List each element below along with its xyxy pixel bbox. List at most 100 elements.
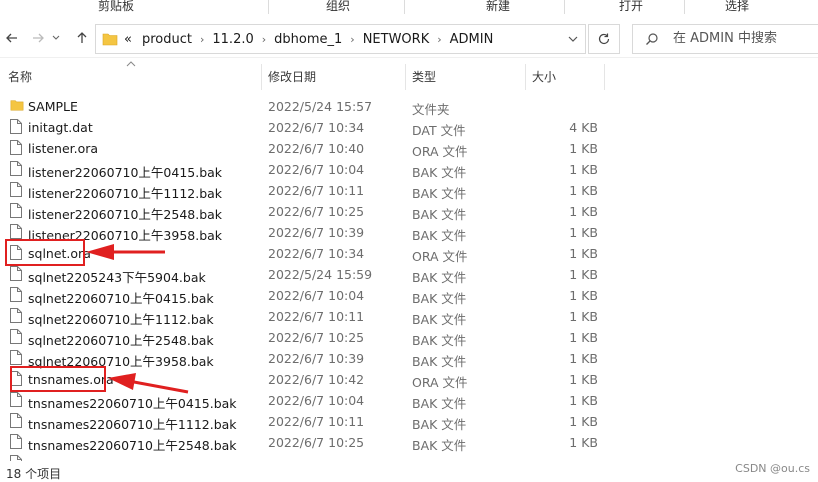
list-item[interactable]: tnsnames22060710上午0415.bak 2022/6/7 10:0… <box>0 390 818 411</box>
file-icon <box>10 308 22 323</box>
file-date: 2022/6/7 10:11 <box>268 309 365 324</box>
file-icon <box>10 392 22 407</box>
up-button[interactable] <box>72 28 92 48</box>
chevron-right-icon[interactable]: › <box>437 33 441 46</box>
address-history-button[interactable] <box>561 25 585 53</box>
file-name: sqlnet22060710上午0415.bak <box>28 291 214 306</box>
column-divider[interactable] <box>261 64 262 90</box>
ribbon-group-organize: 组织 <box>326 0 351 13</box>
file-name: sqlnet22060710上午1112.bak <box>28 312 214 327</box>
search-box[interactable]: 在 ADMIN 中搜索 <box>632 24 818 54</box>
list-item[interactable]: sqlnet22060710上午0415.bak 2022/6/7 10:04 … <box>0 285 818 306</box>
back-button[interactable] <box>2 28 22 48</box>
chevron-down-icon <box>52 35 60 40</box>
file-size: 4 KB <box>569 120 598 135</box>
file-size: 1 KB <box>569 435 598 450</box>
list-item[interactable]: tnsnames.ora 2022/6/7 10:42 ORA 文件 1 KB <box>0 369 818 390</box>
column-divider[interactable] <box>525 64 526 90</box>
file-icon <box>10 350 22 365</box>
file-size: 1 KB <box>569 393 598 408</box>
file-name: tnsnames22060710上午1112.bak <box>28 417 237 432</box>
list-item[interactable]: listener22060710上午3958.bak 2022/6/7 10:3… <box>0 222 818 243</box>
file-icon <box>10 266 22 281</box>
file-name: listener22060710上午2548.bak <box>28 207 223 222</box>
file-date: 2022/6/7 10:04 <box>268 288 365 303</box>
file-date: 2022/6/7 10:04 <box>268 162 365 177</box>
file-name: sqlnet2205243下午5904.bak <box>28 270 206 285</box>
file-icon <box>10 329 22 344</box>
column-divider[interactable] <box>405 64 406 90</box>
watermark: CSDN @ou.cs <box>735 462 810 475</box>
chevron-down-icon <box>568 36 578 42</box>
file-size: 1 KB <box>569 162 598 177</box>
file-icon <box>10 287 22 302</box>
chevron-right-icon[interactable]: › <box>200 33 204 46</box>
file-type: BAK 文件 <box>412 333 467 348</box>
file-date: 2022/6/7 10:42 <box>268 372 365 387</box>
chevron-right-icon[interactable]: › <box>350 33 354 46</box>
file-type: BAK 文件 <box>412 396 467 411</box>
file-type: BAK 文件 <box>412 354 467 369</box>
list-item[interactable]: sqlnet.ora 2022/6/7 10:34 ORA 文件 1 KB <box>0 243 818 264</box>
column-divider[interactable] <box>604 64 605 90</box>
ribbon-group-clipboard: 剪贴板 <box>98 0 135 13</box>
list-item[interactable]: listener.ora 2022/6/7 10:40 ORA 文件 1 KB <box>0 138 818 159</box>
file-size: 1 KB <box>569 141 598 156</box>
arrow-up-icon <box>77 32 87 43</box>
list-item[interactable]: tnsnames22060710上午2548.bak 2022/6/7 10:2… <box>0 432 818 453</box>
file-type: BAK 文件 <box>412 417 467 432</box>
navigation-bar: « product › 11.2.0 › dbhome_1 › NETWORK … <box>0 20 818 58</box>
list-item[interactable]: listener22060710上午0415.bak 2022/6/7 10:0… <box>0 159 818 180</box>
ribbon-group-open: 打开 <box>619 0 644 13</box>
chevron-right-icon[interactable]: › <box>262 33 266 46</box>
list-item[interactable]: SAMPLE 2022/5/24 15:57 文件夹 <box>0 96 818 117</box>
column-header-size[interactable]: 大小 <box>532 68 556 85</box>
list-item[interactable]: listener22060710上午2548.bak 2022/6/7 10:2… <box>0 201 818 222</box>
file-date: 2022/6/7 10:34 <box>268 120 365 135</box>
file-size: 1 KB <box>569 225 598 240</box>
file-name: SAMPLE <box>28 99 78 114</box>
list-item-clipped[interactable] <box>0 453 818 461</box>
list-item[interactable]: sqlnet22060710上午1112.bak 2022/6/7 10:11 … <box>0 306 818 327</box>
breadcrumb-item[interactable]: 11.2.0 <box>210 32 255 47</box>
breadcrumb: « product › 11.2.0 › dbhome_1 › NETWORK … <box>122 25 495 53</box>
column-header-date[interactable]: 修改日期 <box>268 68 316 85</box>
breadcrumb-overflow[interactable]: « <box>122 32 134 47</box>
address-bar[interactable]: « product › 11.2.0 › dbhome_1 › NETWORK … <box>95 24 586 54</box>
list-item[interactable]: sqlnet22060710上午2548.bak 2022/6/7 10:25 … <box>0 327 818 348</box>
column-header-type[interactable]: 类型 <box>412 68 436 85</box>
file-date: 2022/6/7 10:04 <box>268 393 365 408</box>
file-size: 1 KB <box>569 204 598 219</box>
folder-icon <box>102 33 118 46</box>
file-size: 1 KB <box>569 351 598 366</box>
breadcrumb-item[interactable]: product <box>140 32 194 47</box>
list-item[interactable]: tnsnames22060710上午1112.bak 2022/6/7 10:1… <box>0 411 818 432</box>
list-item[interactable]: listener22060710上午1112.bak 2022/6/7 10:1… <box>0 180 818 201</box>
list-item[interactable]: sqlnet22060710上午3958.bak 2022/6/7 10:39 … <box>0 348 818 369</box>
file-size: 1 KB <box>569 414 598 429</box>
breadcrumb-item[interactable]: dbhome_1 <box>272 32 344 47</box>
search-icon <box>646 33 658 45</box>
file-date: 2022/6/7 10:11 <box>268 183 365 198</box>
file-date: 2022/6/7 10:40 <box>268 141 365 156</box>
forward-button[interactable] <box>28 28 48 48</box>
recent-locations-button[interactable] <box>50 28 62 48</box>
annotation-highlight-box <box>10 366 106 392</box>
refresh-button[interactable] <box>588 24 620 54</box>
status-bar: 18 个项目 CSDN @ou.cs <box>0 462 818 482</box>
file-type: BAK 文件 <box>412 228 467 243</box>
ribbon-group-select: 选择 <box>725 0 750 13</box>
file-type: BAK 文件 <box>412 165 467 180</box>
file-type: BAK 文件 <box>412 186 467 201</box>
breadcrumb-item[interactable]: NETWORK <box>361 32 432 47</box>
file-icon <box>10 140 22 155</box>
column-header-name[interactable]: 名称 <box>8 68 32 85</box>
file-name: tnsnames22060710上午2548.bak <box>28 438 237 453</box>
file-name: initagt.dat <box>28 120 93 135</box>
file-date: 2022/6/7 10:25 <box>268 330 365 345</box>
file-size: 1 KB <box>569 330 598 345</box>
list-item[interactable]: initagt.dat 2022/6/7 10:34 DAT 文件 4 KB <box>0 117 818 138</box>
file-date: 2022/6/7 10:39 <box>268 225 365 240</box>
list-item[interactable]: sqlnet2205243下午5904.bak 2022/5/24 15:59 … <box>0 264 818 285</box>
breadcrumb-item[interactable]: ADMIN <box>448 32 496 47</box>
